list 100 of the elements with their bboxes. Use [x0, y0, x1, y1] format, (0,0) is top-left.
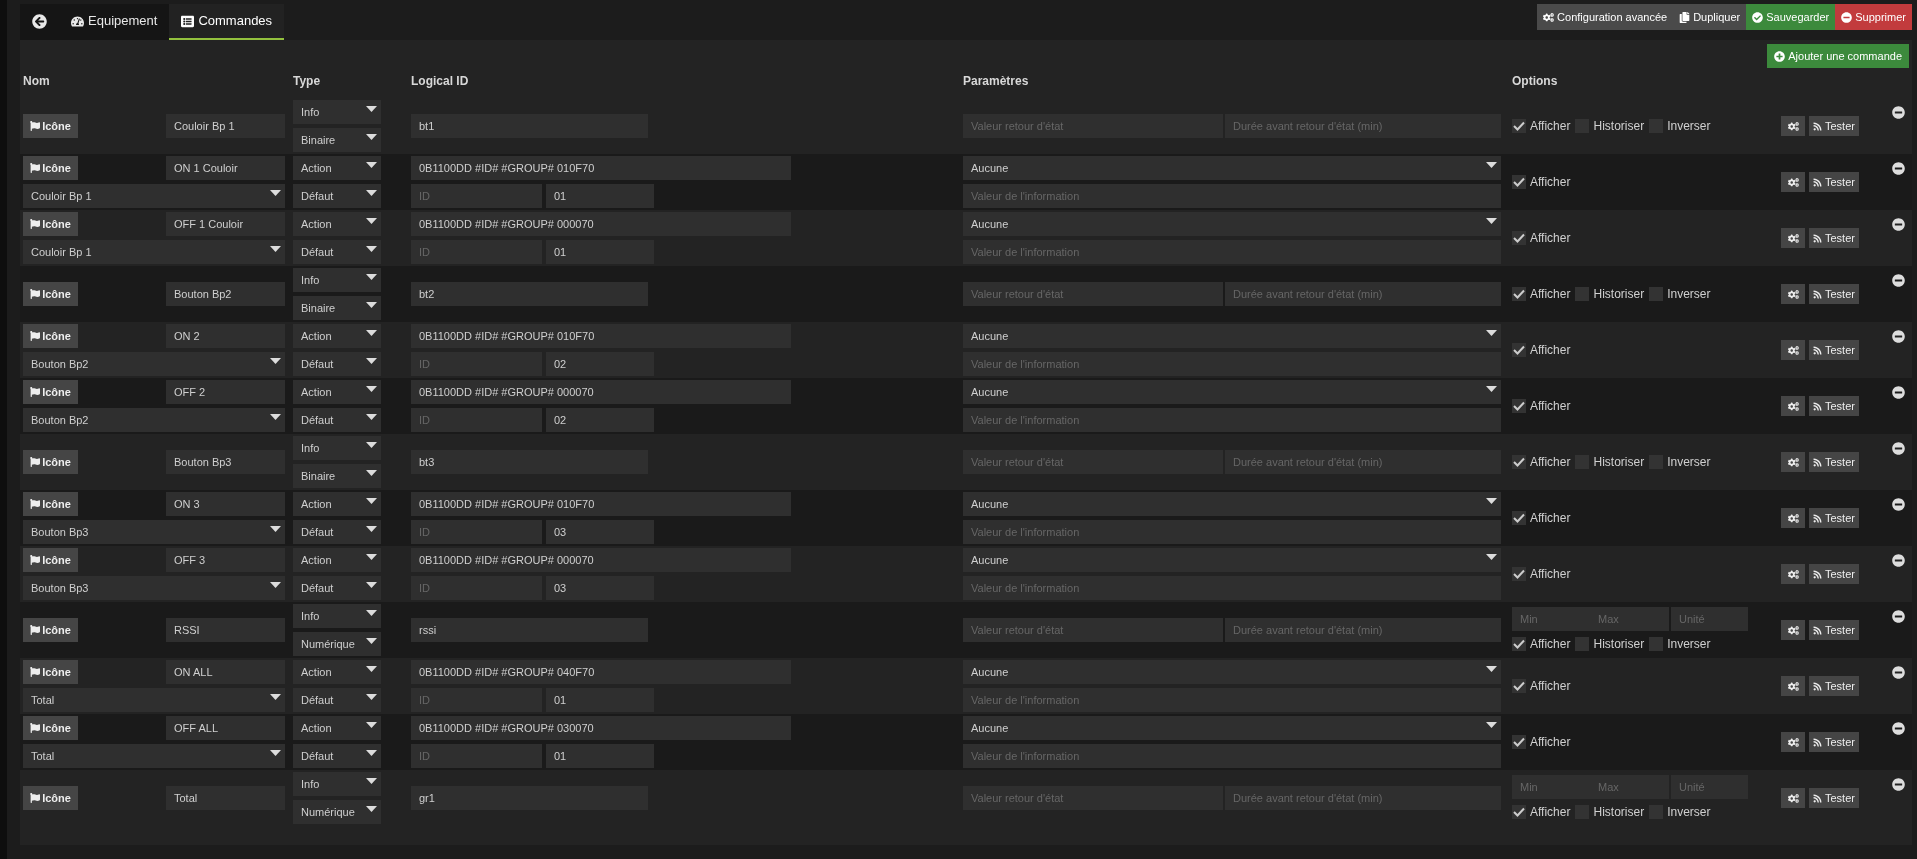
remove-icon[interactable] [1892, 386, 1905, 399]
icon-button[interactable]: Icône [23, 492, 78, 516]
test-button[interactable]: Tester [1809, 452, 1859, 472]
dropdown[interactable]: Action [293, 660, 381, 684]
dropdown[interactable]: Action [293, 324, 381, 348]
settings-button[interactable] [1781, 564, 1805, 584]
header-button[interactable]: Dupliquer [1673, 4, 1747, 30]
text-field[interactable]: 03 [546, 520, 654, 544]
dropdown[interactable]: Aucune [963, 660, 1501, 684]
settings-button[interactable] [1781, 284, 1805, 304]
icon-button[interactable]: Icône [23, 660, 78, 684]
checkbox[interactable] [1512, 455, 1526, 469]
text-field[interactable]: OFF 1 Couloir [166, 212, 285, 236]
checkbox[interactable] [1649, 637, 1664, 651]
settings-button[interactable] [1781, 732, 1805, 752]
checkbox[interactable] [1512, 511, 1526, 525]
text-field[interactable]: 01 [546, 744, 654, 768]
text-field[interactable]: 0B1100DD #ID# #GROUP# 040F70 [411, 660, 791, 684]
text-field[interactable]: 0B1100DD #ID# #GROUP# 010F70 [411, 156, 791, 180]
text-field[interactable]: 0B1100DD #ID# #GROUP# 000070 [411, 212, 791, 236]
remove-icon[interactable] [1892, 498, 1905, 511]
text-field[interactable]: Couloir Bp 1 [166, 114, 285, 138]
dropdown[interactable]: Défaut [293, 688, 381, 712]
text-field[interactable]: OFF 2 [166, 380, 285, 404]
text-field[interactable]: ON 2 [166, 324, 285, 348]
dropdown[interactable]: Bouton Bp3 [23, 520, 285, 544]
test-button[interactable]: Tester [1809, 508, 1859, 528]
dropdown[interactable]: Couloir Bp 1 [23, 184, 285, 208]
dropdown[interactable]: Aucune [963, 212, 1501, 236]
checkbox[interactable] [1512, 567, 1526, 581]
checkbox[interactable] [1512, 679, 1526, 693]
remove-icon[interactable] [1892, 162, 1905, 175]
checkbox[interactable] [1512, 119, 1526, 133]
dropdown[interactable]: Info [293, 772, 381, 796]
dropdown[interactable]: Numérique [293, 800, 381, 824]
settings-button[interactable] [1781, 172, 1805, 192]
test-button[interactable]: Tester [1809, 676, 1859, 696]
text-field[interactable]: 02 [546, 408, 654, 432]
settings-button[interactable] [1781, 116, 1805, 136]
dropdown[interactable]: Total [23, 688, 285, 712]
text-field[interactable]: 01 [546, 184, 654, 208]
settings-button[interactable] [1781, 788, 1805, 808]
settings-button[interactable] [1781, 676, 1805, 696]
dropdown[interactable]: Aucune [963, 492, 1501, 516]
checkbox[interactable] [1575, 637, 1590, 651]
remove-icon[interactable] [1892, 218, 1905, 231]
text-field[interactable]: 0B1100DD #ID# #GROUP# 000070 [411, 380, 791, 404]
text-field[interactable]: Bouton Bp2 [166, 282, 285, 306]
dropdown[interactable]: Action [293, 380, 381, 404]
checkbox[interactable] [1512, 805, 1526, 819]
checkbox[interactable] [1575, 287, 1590, 301]
text-field[interactable]: Total [166, 786, 285, 810]
test-button[interactable]: Tester [1809, 340, 1859, 360]
settings-button[interactable] [1781, 508, 1805, 528]
dropdown[interactable]: Info [293, 604, 381, 628]
checkbox[interactable] [1512, 399, 1526, 413]
settings-button[interactable] [1781, 340, 1805, 360]
text-field[interactable]: OFF ALL [166, 716, 285, 740]
text-field[interactable]: gr1 [411, 786, 648, 810]
text-field[interactable]: 01 [546, 688, 654, 712]
remove-icon[interactable] [1892, 610, 1905, 623]
remove-icon[interactable] [1892, 554, 1905, 567]
dropdown[interactable]: Défaut [293, 352, 381, 376]
checkbox[interactable] [1512, 343, 1526, 357]
dropdown[interactable]: Bouton Bp2 [23, 408, 285, 432]
checkbox[interactable] [1512, 231, 1526, 245]
text-field[interactable]: 0B1100DD #ID# #GROUP# 010F70 [411, 492, 791, 516]
settings-button[interactable] [1781, 396, 1805, 416]
test-button[interactable]: Tester [1809, 564, 1859, 584]
checkbox[interactable] [1649, 287, 1664, 301]
remove-icon[interactable] [1892, 442, 1905, 455]
test-button[interactable]: Tester [1809, 732, 1859, 752]
dropdown[interactable]: Aucune [963, 380, 1501, 404]
dropdown[interactable]: Défaut [293, 576, 381, 600]
icon-button[interactable]: Icône [23, 324, 78, 348]
icon-button[interactable]: Icône [23, 380, 78, 404]
remove-icon[interactable] [1892, 330, 1905, 343]
remove-icon[interactable] [1892, 274, 1905, 287]
dropdown[interactable]: Binaire [293, 128, 381, 152]
text-field[interactable]: 0B1100DD #ID# #GROUP# 000070 [411, 548, 791, 572]
icon-button[interactable]: Icône [23, 786, 78, 810]
text-field[interactable]: 0B1100DD #ID# #GROUP# 010F70 [411, 324, 791, 348]
dropdown[interactable]: Info [293, 436, 381, 460]
dropdown[interactable]: Binaire [293, 296, 381, 320]
dropdown[interactable]: Défaut [293, 184, 381, 208]
test-button[interactable]: Tester [1809, 620, 1859, 640]
test-button[interactable]: Tester [1809, 116, 1859, 136]
dropdown[interactable]: Info [293, 268, 381, 292]
dropdown[interactable]: Aucune [963, 324, 1501, 348]
test-button[interactable]: Tester [1809, 172, 1859, 192]
remove-icon[interactable] [1892, 722, 1905, 735]
text-field[interactable]: 03 [546, 576, 654, 600]
checkbox[interactable] [1512, 175, 1526, 189]
icon-button[interactable]: Icône [23, 156, 78, 180]
dropdown[interactable]: Défaut [293, 408, 381, 432]
icon-button[interactable]: Icône [23, 716, 78, 740]
icon-button[interactable]: Icône [23, 212, 78, 236]
icon-button[interactable]: Icône [23, 114, 78, 138]
dropdown[interactable]: Total [23, 744, 285, 768]
dropdown[interactable]: Aucune [963, 548, 1501, 572]
